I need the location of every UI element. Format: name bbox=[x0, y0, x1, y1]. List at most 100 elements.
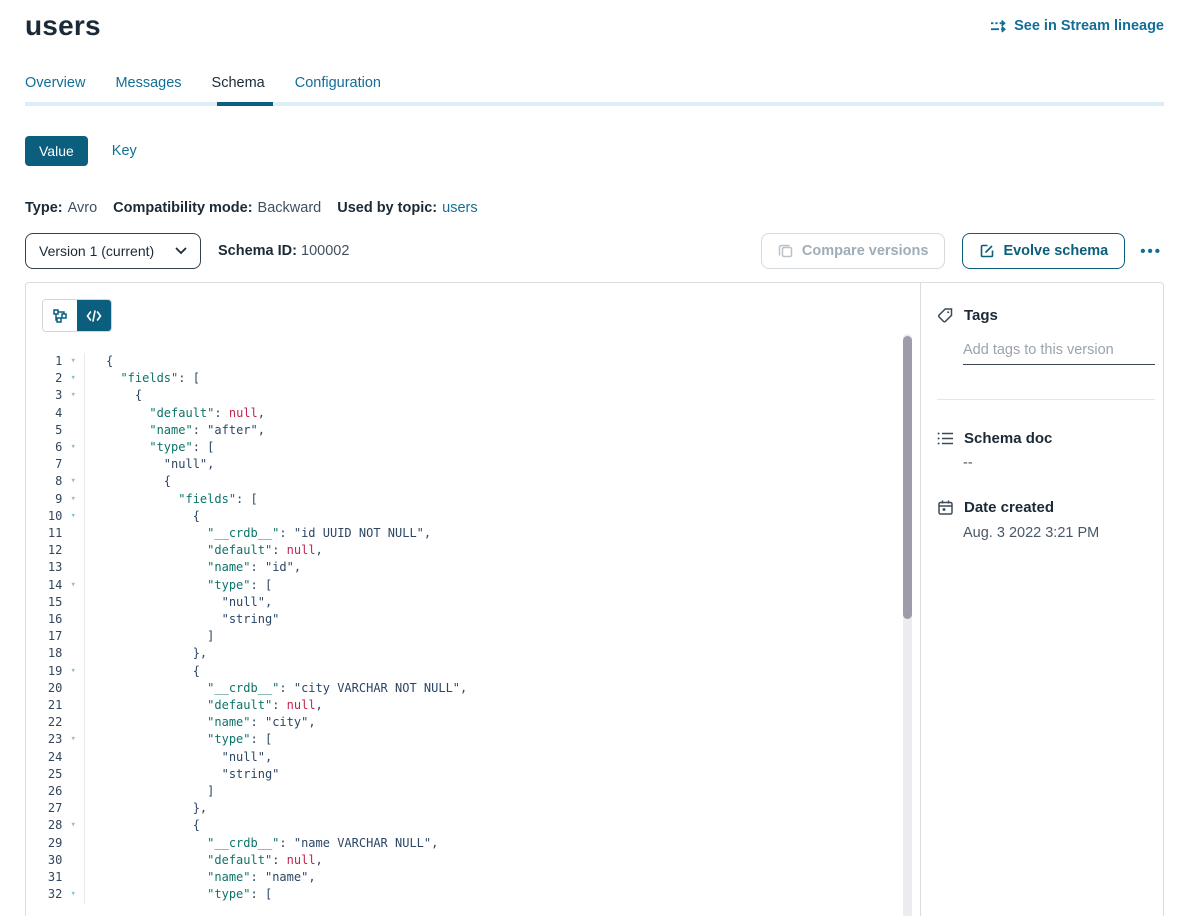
fold-toggle-icon[interactable]: ▾ bbox=[62, 439, 84, 456]
line-number: 10 bbox=[26, 508, 62, 525]
tags-section: Tags bbox=[937, 307, 1155, 365]
fold-toggle-icon[interactable]: ▾ bbox=[62, 731, 84, 748]
tab-messages[interactable]: Messages bbox=[115, 75, 181, 102]
value-toggle-button[interactable]: Value bbox=[25, 136, 88, 166]
line-number: 20 bbox=[26, 680, 62, 697]
code-line: 22 "name": "city", bbox=[26, 714, 920, 731]
line-number: 16 bbox=[26, 611, 62, 628]
code-line: 15 "null", bbox=[26, 594, 920, 611]
schema-id-label: Schema ID: bbox=[218, 243, 297, 259]
schema-doc-section: Schema doc -- bbox=[937, 430, 1155, 471]
line-number: 24 bbox=[26, 749, 62, 766]
code-line: 4 "default": null, bbox=[26, 405, 920, 422]
fold-toggle-icon[interactable]: ▾ bbox=[62, 473, 84, 490]
date-created-title: Date created bbox=[964, 499, 1054, 516]
line-number: 19 bbox=[26, 663, 62, 680]
date-created-value: Aug. 3 2022 3:21 PM bbox=[937, 525, 1155, 541]
edit-icon bbox=[979, 243, 995, 259]
code-line: 27 }, bbox=[26, 800, 920, 817]
code-view-button[interactable] bbox=[77, 300, 111, 331]
schema-controls-row: Version 1 (current) Schema ID: 100002 bbox=[25, 233, 1164, 269]
line-number: 29 bbox=[26, 835, 62, 852]
fold-toggle-icon[interactable]: ▾ bbox=[62, 491, 84, 508]
schema-id: Schema ID: 100002 bbox=[218, 243, 349, 259]
line-number: 1 bbox=[26, 353, 62, 370]
code-line: 20 "__crdb__": "city VARCHAR NOT NULL", bbox=[26, 680, 920, 697]
code-line: 16 "string" bbox=[26, 611, 920, 628]
version-select[interactable]: Version 1 (current) bbox=[25, 233, 201, 269]
line-number: 25 bbox=[26, 766, 62, 783]
tab-configuration[interactable]: Configuration bbox=[295, 75, 381, 102]
used-by-topic-label: Used by topic: bbox=[337, 200, 437, 216]
code-line: 13 "name": "id", bbox=[26, 559, 920, 576]
line-number: 3 bbox=[26, 387, 62, 404]
line-number: 7 bbox=[26, 456, 62, 473]
line-number: 21 bbox=[26, 697, 62, 714]
tree-view-icon bbox=[52, 308, 68, 324]
tab-schema[interactable]: Schema bbox=[212, 75, 265, 102]
value-key-toggle: Value Key bbox=[25, 136, 1164, 166]
topic-link[interactable]: users bbox=[442, 200, 477, 216]
more-actions-button[interactable]: ••• bbox=[1138, 240, 1164, 263]
code-line: 5 "name": "after", bbox=[26, 422, 920, 439]
code-line: 2▾ "fields": [ bbox=[26, 370, 920, 387]
evolve-schema-button[interactable]: Evolve schema bbox=[962, 233, 1125, 269]
code-line: 31 "name": "name", bbox=[26, 869, 920, 886]
fold-toggle-icon[interactable]: ▾ bbox=[62, 886, 84, 903]
tree-view-button[interactable] bbox=[43, 300, 77, 331]
fold-toggle-icon[interactable]: ▾ bbox=[62, 577, 84, 594]
fold-toggle-icon[interactable]: ▾ bbox=[62, 387, 84, 404]
schema-view-toggle bbox=[42, 299, 112, 332]
add-tags-input[interactable] bbox=[963, 340, 1155, 365]
line-number: 13 bbox=[26, 559, 62, 576]
page-title: users bbox=[25, 10, 101, 42]
fold-toggle-icon[interactable]: ▾ bbox=[62, 817, 84, 834]
fold-toggle-icon[interactable]: ▾ bbox=[62, 370, 84, 387]
line-number: 8 bbox=[26, 473, 62, 490]
code-scrollbar-track[interactable] bbox=[903, 334, 912, 916]
code-line: 1▾{ bbox=[26, 353, 920, 370]
stream-lineage-icon bbox=[990, 19, 1007, 33]
code-line: 3▾ { bbox=[26, 387, 920, 404]
line-number: 9 bbox=[26, 491, 62, 508]
date-created-section: Date created Aug. 3 2022 3:21 PM bbox=[937, 499, 1155, 541]
fold-toggle-icon[interactable]: ▾ bbox=[62, 353, 84, 370]
line-number: 30 bbox=[26, 852, 62, 869]
code-line: 14▾ "type": [ bbox=[26, 577, 920, 594]
compare-versions-button[interactable]: Compare versions bbox=[761, 233, 946, 269]
compatibility-label: Compatibility mode: bbox=[113, 200, 252, 216]
line-number: 15 bbox=[26, 594, 62, 611]
code-line: 26 ] bbox=[26, 783, 920, 800]
line-number: 6 bbox=[26, 439, 62, 456]
line-number: 17 bbox=[26, 628, 62, 645]
schema-code-pane: 1▾{2▾ "fields": [3▾ {4 "default": null,5… bbox=[26, 283, 920, 916]
line-number: 18 bbox=[26, 645, 62, 662]
fold-toggle-icon[interactable]: ▾ bbox=[62, 508, 84, 525]
code-line: 28▾ { bbox=[26, 817, 920, 834]
fold-toggle-icon[interactable]: ▾ bbox=[62, 663, 84, 680]
line-number: 12 bbox=[26, 542, 62, 559]
tab-overview[interactable]: Overview bbox=[25, 75, 85, 102]
code-line: 25 "string" bbox=[26, 766, 920, 783]
tag-icon bbox=[937, 307, 954, 324]
code-line: 12 "default": null, bbox=[26, 542, 920, 559]
compatibility-value: Backward bbox=[258, 200, 322, 216]
schema-sidebar: Tags Schema doc bbox=[920, 283, 1171, 916]
code-line: 18 }, bbox=[26, 645, 920, 662]
schema-id-value: 100002 bbox=[301, 243, 349, 259]
code-view-icon bbox=[86, 309, 102, 323]
doc-list-icon bbox=[937, 431, 954, 446]
key-toggle-button[interactable]: Key bbox=[112, 143, 137, 159]
line-number: 22 bbox=[26, 714, 62, 731]
schema-meta-row: Type: Avro Compatibility mode: Backward … bbox=[25, 200, 1164, 216]
schema-doc-title: Schema doc bbox=[964, 430, 1052, 447]
code-line: 17 ] bbox=[26, 628, 920, 645]
code-line: 32▾ "type": [ bbox=[26, 886, 920, 903]
line-number: 23 bbox=[26, 731, 62, 748]
tab-bar: Overview Messages Schema Configuration bbox=[25, 75, 1164, 106]
tags-title: Tags bbox=[964, 307, 998, 324]
page-header: users See in Stream lineage bbox=[25, 0, 1164, 42]
stream-lineage-link[interactable]: See in Stream lineage bbox=[990, 18, 1164, 34]
code-scrollbar-thumb[interactable] bbox=[903, 336, 912, 619]
topic-schema-page: users See in Stream lineage Overview Mes… bbox=[0, 0, 1189, 916]
